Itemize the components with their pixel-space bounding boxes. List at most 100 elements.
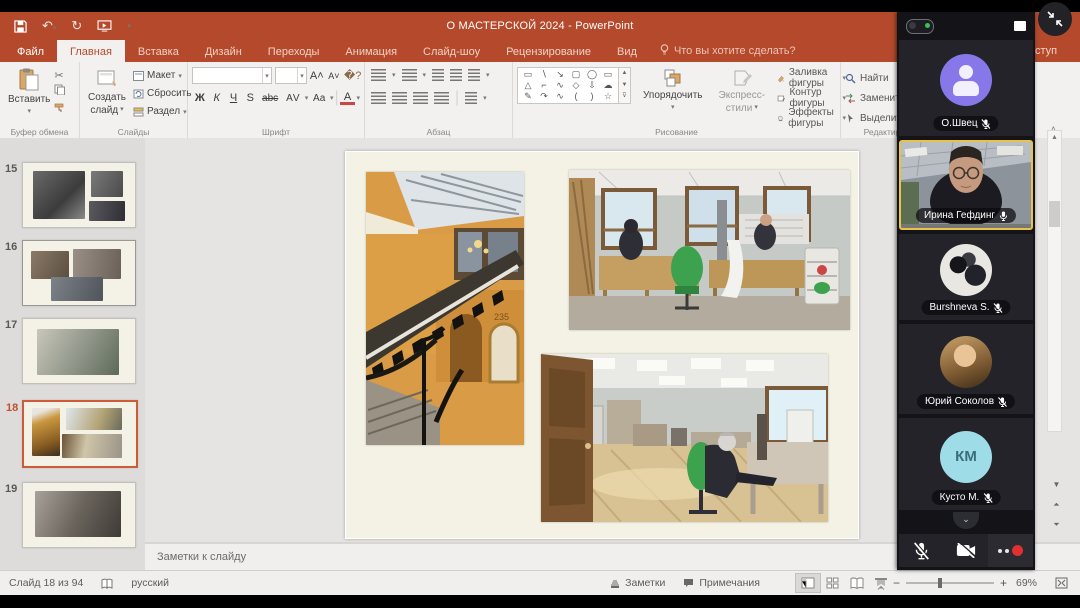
align-right-icon[interactable] <box>413 92 428 104</box>
participant-tile[interactable]: КМ Кусто М. <box>899 418 1033 510</box>
vertical-scrollbar[interactable]: ▲ <box>1047 130 1062 432</box>
bold-button[interactable]: Ж <box>192 92 208 104</box>
section-button[interactable]: Раздел▾ <box>133 103 191 120</box>
shapes-gallery[interactable]: ▭∖↘▢◯▭ △⌐∿◇⇩☁ ✎↷∿()☆ <box>517 67 619 104</box>
cut-icon[interactable]: ✂ <box>54 69 65 82</box>
change-case-button[interactable]: Аа <box>309 93 329 104</box>
next-slide-button[interactable]: ⏷ <box>1049 520 1064 534</box>
photo-staircase[interactable]: 235 <box>366 172 524 445</box>
svg-text:235: 235 <box>494 312 509 322</box>
group-font: ▾ ▾ А˄ А˅ �? Ж К Ч S abc АV▾ Аа▾ | А▾ <box>188 62 365 138</box>
tab-design[interactable]: Дизайн <box>192 40 255 62</box>
text-shadow-button[interactable]: S <box>242 92 258 104</box>
slideshow-view-button[interactable] <box>869 574 893 592</box>
underline-button[interactable]: Ч <box>226 92 242 104</box>
lightbulb-icon <box>660 44 669 59</box>
group-label-font: Шрифт <box>188 127 364 137</box>
font-size-combobox[interactable]: ▾ <box>275 67 307 84</box>
font-name-combobox[interactable]: ▾ <box>192 67 272 84</box>
scrollbar-thumb[interactable] <box>1049 201 1060 227</box>
status-bar: Слайд 18 из 94 русский Заметки Примечани… <box>0 570 1080 595</box>
tab-home[interactable]: Главная <box>57 40 125 62</box>
photo-workshop-2[interactable] <box>541 354 828 522</box>
previous-slide-button[interactable]: ⏶ <box>1049 500 1064 514</box>
normal-view-button[interactable] <box>795 573 821 593</box>
shrink-font-icon[interactable]: А˅ <box>327 71 341 81</box>
increase-indent-icon[interactable] <box>450 69 462 81</box>
quick-styles-button[interactable]: Экспресс-стили▾ <box>715 67 770 115</box>
align-center-icon[interactable] <box>392 92 407 104</box>
photo-workshop-1[interactable] <box>569 170 850 330</box>
italic-button[interactable]: К <box>209 92 225 104</box>
reading-view-button[interactable] <box>845 574 869 592</box>
more-options-button[interactable] <box>988 534 1033 567</box>
thumbnail-slide-18[interactable]: 18 <box>22 400 138 468</box>
camera-off-button[interactable] <box>944 534 989 567</box>
new-slide-button[interactable]: Создатьслайд▾ <box>84 67 130 120</box>
shape-effects-button[interactable]: Эффекты фигуры▾ <box>777 109 846 127</box>
slide-number: 16 <box>5 241 17 253</box>
share-button-partial[interactable]: ступ <box>1035 45 1057 57</box>
participant-tile[interactable]: Burshneva S. <box>899 234 1033 320</box>
zoom-out-icon[interactable]: − <box>893 576 900 590</box>
exit-fullscreen-icon[interactable] <box>1038 2 1072 36</box>
participant-tile[interactable]: Юрий Соколов <box>899 324 1033 414</box>
slide-number: 19 <box>5 483 17 495</box>
align-left-icon[interactable] <box>371 92 386 104</box>
spellcheck-icon[interactable] <box>92 578 122 589</box>
font-color-button[interactable]: А <box>340 92 356 105</box>
tab-slideshow[interactable]: Слайд-шоу <box>410 40 493 62</box>
participant-tile-active-speaker[interactable]: Ирина Гефдинг <box>899 140 1033 230</box>
avatar <box>940 244 992 296</box>
strikethrough-button[interactable]: abc <box>259 93 281 104</box>
zoom-in-icon[interactable]: + <box>1000 576 1007 590</box>
avatar <box>940 54 992 106</box>
thumbnail-slide-17[interactable]: 17 <box>22 318 136 384</box>
grow-font-icon[interactable]: А˄ <box>310 70 324 82</box>
participant-name: Юрий Соколов <box>925 396 994 407</box>
tab-review[interactable]: Рецензирование <box>493 40 604 62</box>
line-spacing-icon[interactable] <box>468 69 480 81</box>
video-toggle-icon[interactable] <box>906 19 934 34</box>
tab-file[interactable]: Файл <box>4 40 57 62</box>
view-mode-icon[interactable] <box>1014 21 1026 31</box>
tab-animations[interactable]: Анимация <box>332 40 410 62</box>
character-spacing-button[interactable]: АV <box>282 93 304 104</box>
microphone-muted-button[interactable] <box>899 534 944 567</box>
justify-icon[interactable] <box>434 92 449 104</box>
shape-outline-button[interactable]: Контур фигуры▾ <box>777 89 846 107</box>
zoom-slider-thumb[interactable] <box>938 578 942 588</box>
reset-button[interactable]: Сбросить <box>133 85 191 102</box>
slide-sorter-button[interactable] <box>821 574 845 592</box>
numbering-icon[interactable] <box>402 69 417 81</box>
current-slide[interactable]: 235 <box>345 151 859 539</box>
undo-icon[interactable]: ↶▾ <box>42 18 56 34</box>
tell-me-box[interactable]: Что вы хотите сделать? <box>650 40 796 62</box>
format-painter-icon[interactable] <box>54 100 65 118</box>
notes-toggle[interactable]: Заметки <box>601 577 674 589</box>
comments-toggle[interactable]: Примечания <box>674 577 769 589</box>
tab-insert[interactable]: Вставка <box>125 40 192 62</box>
tab-transitions[interactable]: Переходы <box>255 40 333 62</box>
call-participants-panel: О.Швец Ирина Гефдинг <box>897 12 1035 570</box>
clear-formatting-icon[interactable]: �? <box>344 69 360 82</box>
zoom-slider[interactable]: − + <box>893 576 1007 590</box>
layout-button[interactable]: Макет▾ <box>133 67 191 84</box>
thumbnail-slide-16[interactable]: 16 <box>22 240 136 306</box>
columns-icon[interactable] <box>465 92 477 104</box>
participant-tile[interactable]: О.Швец <box>899 40 1033 136</box>
language-indicator[interactable]: русский <box>122 577 178 589</box>
scroll-down-icon[interactable]: ▼ <box>1049 480 1064 494</box>
copy-icon[interactable] <box>54 82 65 100</box>
thumbnail-slide-15[interactable]: 15 <box>22 162 136 228</box>
redo-icon[interactable]: ↻ <box>71 18 82 34</box>
thumbnail-slide-19[interactable]: 19 <box>22 482 136 548</box>
arrange-button[interactable]: Упорядочить▾ <box>639 67 707 112</box>
shapes-scroll[interactable]: ▲▼⊽ <box>619 67 631 104</box>
paste-button[interactable]: Вставить▾ <box>4 67 54 120</box>
bullets-icon[interactable] <box>371 69 386 81</box>
shape-fill-button[interactable]: Заливка фигуры▾ <box>777 69 846 87</box>
collapse-list-chevron[interactable]: ⌄ <box>953 512 979 529</box>
decrease-indent-icon[interactable] <box>432 69 444 81</box>
tab-view[interactable]: Вид <box>604 40 650 62</box>
